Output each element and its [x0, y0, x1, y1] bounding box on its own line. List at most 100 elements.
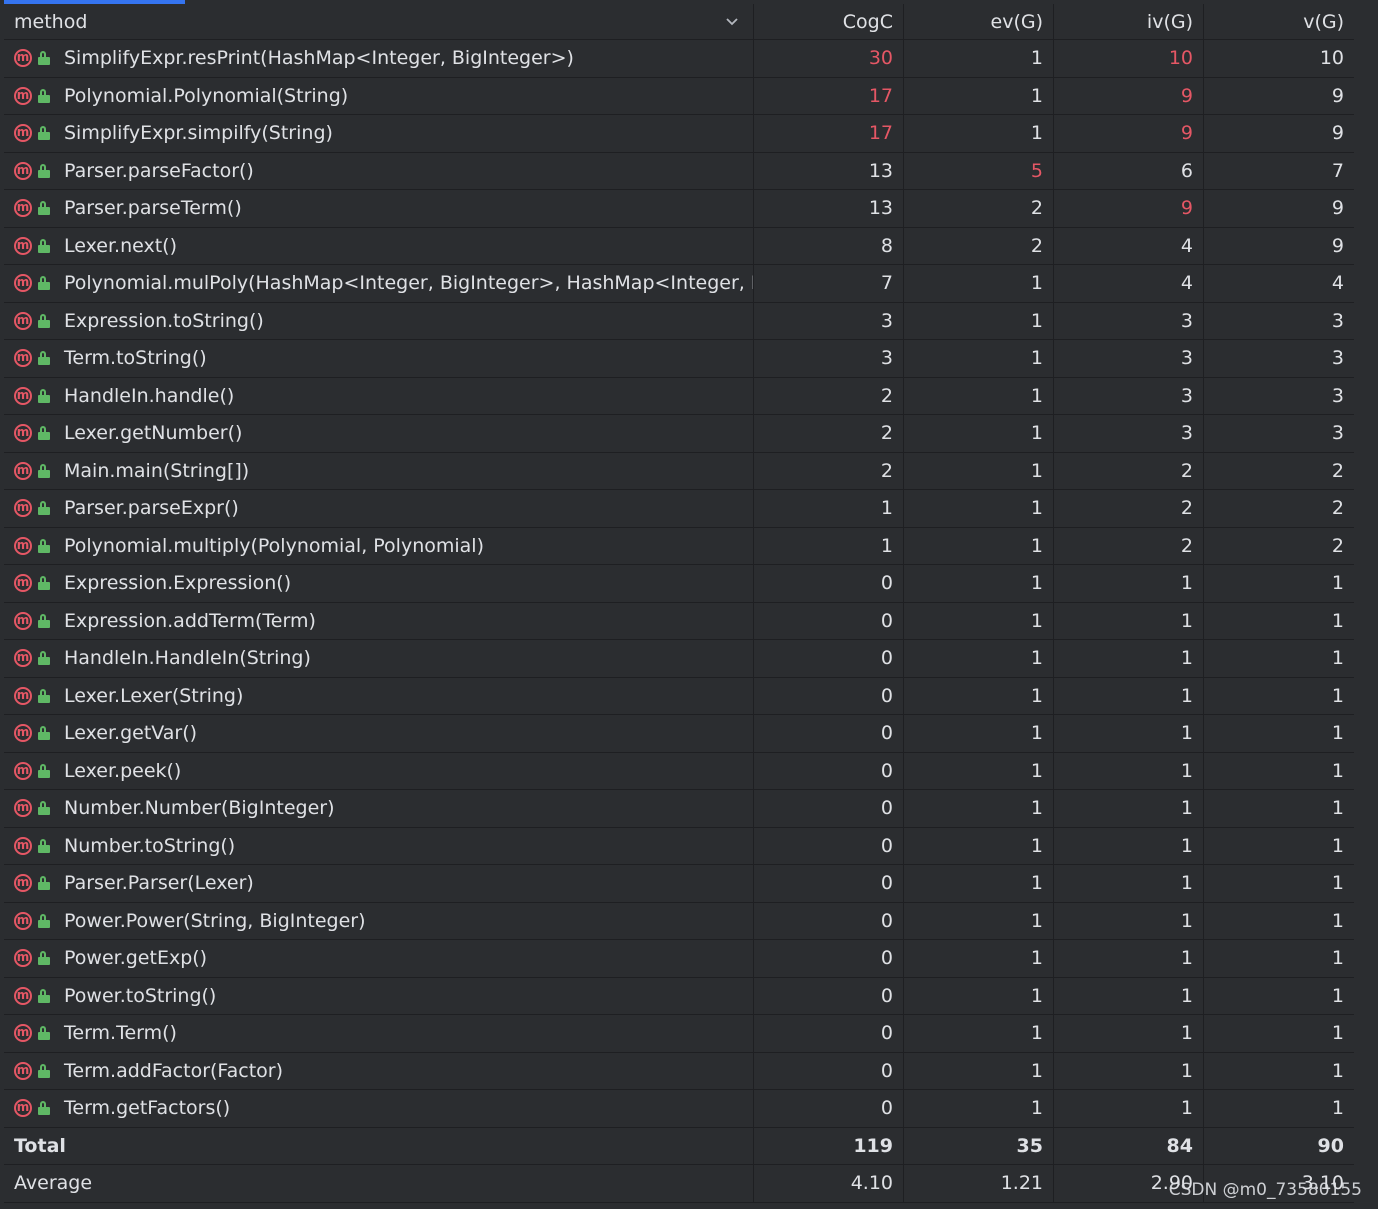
method-cell[interactable]: m Lexer.next() — [4, 227, 754, 264]
method-cell[interactable]: m SimplifyExpr.simpilfy(String) — [4, 115, 754, 152]
public-lock-icon — [38, 126, 50, 141]
method-cell[interactable]: m Parser.parseTerm() — [4, 190, 754, 227]
table-row[interactable]: m Lexer.Lexer(String) 0 1 1 1 — [4, 677, 1354, 715]
table-row[interactable]: m SimplifyExpr.simpilfy(String) 17 1 9 9 — [4, 115, 1354, 153]
public-lock-icon — [38, 726, 50, 741]
table-row[interactable]: m SimplifyExpr.resPrint(HashMap<Integer, … — [4, 40, 1354, 78]
metric-ev: 5 — [904, 152, 1054, 189]
method-cell[interactable]: m Lexer.getVar() — [4, 715, 754, 752]
method-cell[interactable]: m HandleIn.HandleIn(String) — [4, 640, 754, 677]
table-row[interactable]: m Term.addFactor(Factor) 0 1 1 1 — [4, 1052, 1354, 1090]
public-lock-icon — [38, 538, 50, 553]
method-cell[interactable]: m HandleIn.handle() — [4, 377, 754, 414]
table-row[interactable]: m Expression.Expression() 0 1 1 1 — [4, 565, 1354, 603]
table-row[interactable]: m Lexer.getNumber() 2 1 3 3 — [4, 415, 1354, 453]
table-row[interactable]: m Term.getFactors() 0 1 1 1 — [4, 1090, 1354, 1128]
method-m-icon: m — [14, 874, 32, 893]
column-header-cogc[interactable]: CogC — [754, 4, 904, 39]
method-cell[interactable]: m Power.toString() — [4, 977, 754, 1014]
method-cell[interactable]: m Parser.parseFactor() — [4, 152, 754, 189]
method-cell[interactable]: m Term.addFactor(Factor) — [4, 1052, 754, 1089]
method-cell[interactable]: m Power.Power(String, BigInteger) — [4, 902, 754, 939]
table-row[interactable]: m Parser.Parser(Lexer) 0 1 1 1 — [4, 865, 1354, 903]
table-row[interactable]: m Expression.toString() 3 1 3 3 — [4, 302, 1354, 340]
method-cell[interactable]: m Expression.toString() — [4, 302, 754, 339]
metric-v: 1 — [1331, 647, 1344, 670]
metric-v: 10 — [1319, 47, 1344, 70]
method-cell[interactable]: m Term.toString() — [4, 340, 754, 377]
average-row: Average 4.10 1.21 2.90 3.10 — [4, 1165, 1354, 1203]
table-row[interactable]: m Polynomial.Polynomial(String) 17 1 9 9 — [4, 77, 1354, 115]
metric-ev: 1 — [904, 640, 1054, 677]
method-m-icon: m — [14, 1099, 32, 1118]
method-cell[interactable]: m Lexer.Lexer(String) — [4, 677, 754, 714]
method-cell[interactable]: m Lexer.getNumber() — [4, 415, 754, 452]
method-name: Polynomial.Polynomial(String) — [64, 84, 349, 107]
metric-ev: 1 — [904, 1015, 1054, 1052]
metric-v: 1 — [1331, 1022, 1344, 1045]
method-cell[interactable]: m Number.Number(BigInteger) — [4, 790, 754, 827]
method-cell[interactable]: m Term.Term() — [4, 1015, 754, 1052]
chevron-down-icon[interactable] — [725, 15, 739, 29]
metric-ev: 1 — [904, 790, 1054, 827]
column-header-v[interactable]: v(G) — [1204, 4, 1354, 39]
method-cell[interactable]: m Parser.Parser(Lexer) — [4, 865, 754, 902]
table-row[interactable]: m Main.main(String[]) 2 1 2 2 — [4, 452, 1354, 490]
table-row[interactable]: m Term.Term() 0 1 1 1 — [4, 1015, 1354, 1053]
method-cell[interactable]: m Expression.addTerm(Term) — [4, 602, 754, 639]
table-row[interactable]: m Number.toString() 0 1 1 1 — [4, 827, 1354, 865]
watermark: CSDN @m0_73580155 — [1168, 1180, 1362, 1200]
metric-ev: 1 — [904, 302, 1054, 339]
method-name: Lexer.Lexer(String) — [64, 684, 244, 707]
metric-v: 1 — [1331, 947, 1344, 970]
method-cell[interactable]: m Expression.Expression() — [4, 565, 754, 602]
table-row[interactable]: m Polynomial.multiply(Polynomial, Polynom… — [4, 527, 1354, 565]
public-lock-icon — [38, 763, 50, 778]
method-cell[interactable]: m Parser.parseExpr() — [4, 490, 754, 527]
method-name: Term.Term() — [64, 1022, 177, 1045]
table-row[interactable]: m Number.Number(BigInteger) 0 1 1 1 — [4, 790, 1354, 828]
table-row[interactable]: m Parser.parseFactor() 13 5 6 7 — [4, 152, 1354, 190]
method-cell[interactable]: m Polynomial.multiply(Polynomial, Polynom… — [4, 527, 754, 564]
table-row[interactable]: m Lexer.peek() 0 1 1 1 — [4, 752, 1354, 790]
method-cell[interactable]: m Power.getExp() — [4, 940, 754, 977]
metric-ev: 1 — [904, 602, 1054, 639]
metric-cogc: 3 — [754, 340, 904, 377]
method-cell[interactable]: m Lexer.peek() — [4, 752, 754, 789]
method-cell[interactable]: m Polynomial.mulPoly(HashMap<Integer, Big… — [4, 265, 754, 302]
table-row[interactable]: m HandleIn.handle() 2 1 3 3 — [4, 377, 1354, 415]
column-header-method[interactable]: method — [4, 4, 754, 39]
method-name: HandleIn.handle() — [64, 384, 235, 407]
method-name: Number.Number(BigInteger) — [64, 797, 335, 820]
metric-v: 2 — [1331, 534, 1344, 557]
column-header-iv[interactable]: iv(G) — [1054, 4, 1204, 39]
table-row[interactable]: m Polynomial.mulPoly(HashMap<Integer, Big… — [4, 265, 1354, 303]
metric-v: 3 — [1331, 422, 1344, 445]
table-row[interactable]: m Parser.parseExpr() 1 1 2 2 — [4, 490, 1354, 528]
column-header-ev[interactable]: ev(G) — [904, 4, 1054, 39]
table-row[interactable]: m Power.getExp() 0 1 1 1 — [4, 940, 1354, 978]
method-m-icon: m — [14, 724, 32, 743]
metric-cogc: 7 — [754, 265, 904, 302]
table-row[interactable]: m Power.toString() 0 1 1 1 — [4, 977, 1354, 1015]
table-row[interactable]: m Parser.parseTerm() 13 2 9 9 — [4, 190, 1354, 228]
method-cell[interactable]: m Term.getFactors() — [4, 1090, 754, 1127]
table-row[interactable]: m HandleIn.HandleIn(String) 0 1 1 1 — [4, 640, 1354, 678]
method-cell[interactable]: m SimplifyExpr.resPrint(HashMap<Integer, … — [4, 40, 754, 77]
table-row[interactable]: m Power.Power(String, BigInteger) 0 1 1 1 — [4, 902, 1354, 940]
metric-v: 9 — [1331, 234, 1344, 257]
column-header-method-label: method — [14, 10, 88, 33]
metric-ev: 2 — [904, 227, 1054, 264]
method-cell[interactable]: m Polynomial.Polynomial(String) — [4, 77, 754, 114]
table-row[interactable]: m Lexer.getVar() 0 1 1 1 — [4, 715, 1354, 753]
table-row[interactable]: m Term.toString() 3 1 3 3 — [4, 340, 1354, 378]
method-cell[interactable]: m Main.main(String[]) — [4, 452, 754, 489]
metric-ev: 1 — [904, 1052, 1054, 1089]
table-row[interactable]: m Lexer.next() 8 2 4 9 — [4, 227, 1354, 265]
public-lock-icon — [38, 238, 50, 253]
metric-cogc: 17 — [754, 115, 904, 152]
table-row[interactable]: m Expression.addTerm(Term) 0 1 1 1 — [4, 602, 1354, 640]
method-cell[interactable]: m Number.toString() — [4, 827, 754, 864]
metric-iv: 9 — [1054, 190, 1204, 227]
metric-ev: 1 — [904, 902, 1054, 939]
